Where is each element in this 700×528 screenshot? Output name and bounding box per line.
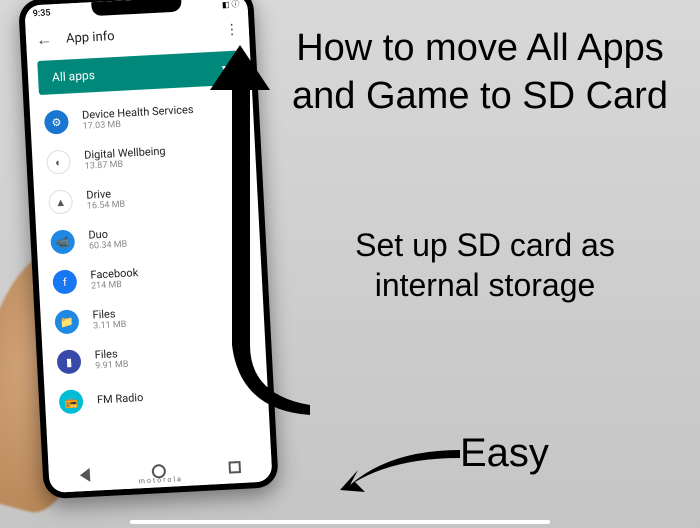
app-icon: 📹 <box>50 229 75 254</box>
app-name-label: FM Radio <box>97 386 254 407</box>
app-icon: f <box>52 269 77 294</box>
dropdown-label: All apps <box>52 61 222 84</box>
app-info: Facebook214 MB <box>90 260 248 292</box>
overlay-easy-label: Easy <box>460 428 549 478</box>
app-info: Files9.91 MB <box>94 340 252 372</box>
app-info: Files3.11 MB <box>92 300 250 332</box>
app-info: Duo60.34 MB <box>88 220 246 252</box>
status-icons: ◧ ⓘ <box>222 0 240 10</box>
app-info: Digital Wellbeing13.87 MB <box>84 141 242 173</box>
back-icon[interactable]: ← <box>36 29 53 50</box>
app-filter-dropdown[interactable]: All apps ▾ <box>37 50 242 95</box>
app-info: FM Radio <box>97 386 254 407</box>
phone-frame: 9:35 ◧ ⓘ ← App info ⋮ All apps ▾ ⚙ Device… <box>18 0 279 499</box>
overlay-title: How to move All Apps and Game to SD Card <box>280 25 680 120</box>
app-info: Device Health Services17.03 MB <box>82 101 240 133</box>
arrow-curve-annotation <box>310 400 470 500</box>
app-icon: ▲ <box>48 189 73 214</box>
app-icon: 📻 <box>58 389 83 414</box>
chevron-down-icon: ▾ <box>222 63 228 74</box>
page-title: App info <box>66 23 226 46</box>
app-icon: 📁 <box>54 309 79 334</box>
app-icon: ⚙ <box>44 110 69 135</box>
app-info: Drive16.54 MB <box>86 180 244 212</box>
overlay-subtitle: Set up SD card as internal storage <box>300 225 670 305</box>
overflow-menu-icon[interactable]: ⋮ <box>224 21 239 38</box>
phone-screen: 9:35 ◧ ⓘ ← App info ⋮ All apps ▾ ⚙ Device… <box>24 0 272 493</box>
app-icon: ◐ <box>46 149 71 174</box>
gesture-indicator <box>130 520 550 524</box>
status-time: 9:35 <box>33 8 51 19</box>
app-icon: ▮ <box>56 349 81 374</box>
app-list: ⚙ Device Health Services17.03 MB ◐ Digital … <box>29 88 269 427</box>
